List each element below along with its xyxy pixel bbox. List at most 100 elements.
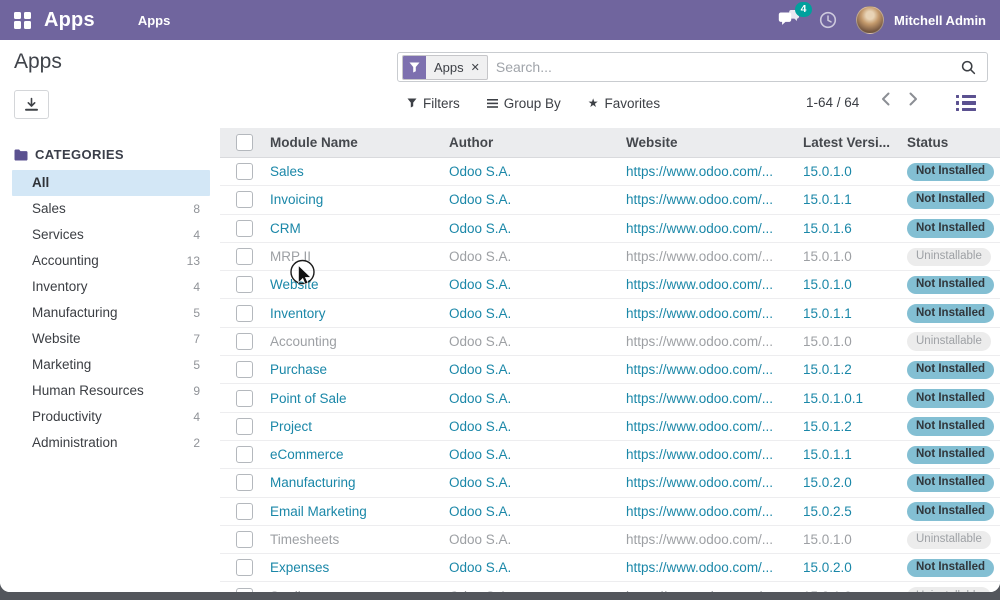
module-name-link[interactable]: MRP II (270, 249, 449, 264)
navbar-menu-apps[interactable]: Apps (138, 13, 171, 28)
module-name-link[interactable]: Inventory (270, 306, 449, 321)
module-table-row[interactable]: Website Odoo S.A. https://www.odoo.com/.… (220, 271, 1000, 299)
row-checkbox[interactable] (236, 248, 253, 265)
row-checkbox[interactable] (236, 305, 253, 322)
module-name-link[interactable]: Accounting (270, 334, 449, 349)
sidebar-category-services[interactable]: Services 4 (12, 222, 210, 248)
sidebar-category-administration[interactable]: Administration 2 (12, 430, 210, 456)
module-table-row[interactable]: Inventory Odoo S.A. https://www.odoo.com… (220, 299, 1000, 327)
row-checkbox[interactable] (236, 559, 253, 576)
module-website-link[interactable]: https://www.odoo.com/... (626, 164, 803, 179)
export-download-button[interactable] (14, 90, 49, 119)
module-name-link[interactable]: Manufacturing (270, 475, 449, 490)
module-website-link[interactable]: https://www.odoo.com/... (626, 277, 803, 292)
module-table-row[interactable]: Point of Sale Odoo S.A. https://www.odoo… (220, 384, 1000, 412)
row-checkbox[interactable] (236, 588, 253, 592)
module-table-row[interactable]: Purchase Odoo S.A. https://www.odoo.com/… (220, 356, 1000, 384)
module-name-link[interactable]: Project (270, 419, 449, 434)
sidebar-category-all[interactable]: All (12, 170, 210, 196)
module-name-link[interactable]: eCommerce (270, 447, 449, 462)
row-checkbox[interactable] (236, 276, 253, 293)
column-header-module-name[interactable]: Module Name (270, 135, 449, 150)
sidebar-category-website[interactable]: Website 7 (12, 326, 210, 352)
module-name-link[interactable]: Email Marketing (270, 504, 449, 519)
row-checkbox[interactable] (236, 390, 253, 407)
module-website-link[interactable]: https://www.odoo.com/... (626, 362, 803, 377)
select-all-checkbox[interactable] (236, 134, 253, 151)
filters-button[interactable]: Filters (407, 96, 460, 111)
pager-previous-button[interactable] (881, 92, 890, 106)
module-name-link[interactable]: Expenses (270, 560, 449, 575)
column-header-status[interactable]: Status (907, 135, 1000, 150)
module-website-link[interactable]: https://www.odoo.com/... (626, 475, 803, 490)
module-website-link[interactable]: https://www.odoo.com/... (626, 589, 803, 592)
module-table-row[interactable]: Accounting Odoo S.A. https://www.odoo.co… (220, 328, 1000, 356)
module-name-link[interactable]: CRM (270, 221, 449, 236)
row-checkbox[interactable] (236, 163, 253, 180)
module-table-row[interactable]: Expenses Odoo S.A. https://www.odoo.com/… (220, 554, 1000, 582)
column-header-author[interactable]: Author (449, 135, 626, 150)
module-name-link[interactable]: Sales (270, 164, 449, 179)
module-table-row[interactable]: Sales Odoo S.A. https://www.odoo.com/...… (220, 158, 1000, 186)
messages-button[interactable]: 4 (778, 9, 800, 32)
favorites-button[interactable]: ★ Favorites (588, 96, 660, 111)
activities-clock-icon[interactable] (819, 11, 837, 29)
status-badge: Not Installed (907, 559, 994, 578)
group-by-button[interactable]: Group By (487, 96, 561, 111)
row-checkbox[interactable] (236, 503, 253, 520)
module-name-link[interactable]: Studio (270, 589, 449, 592)
module-table-row[interactable]: CRM Odoo S.A. https://www.odoo.com/... 1… (220, 215, 1000, 243)
sidebar-category-productivity[interactable]: Productivity 4 (12, 404, 210, 430)
row-checkbox[interactable] (236, 220, 253, 237)
module-table-row[interactable]: Timesheets Odoo S.A. https://www.odoo.co… (220, 526, 1000, 554)
module-website-link[interactable]: https://www.odoo.com/... (626, 306, 803, 321)
module-website-link[interactable]: https://www.odoo.com/... (626, 560, 803, 575)
module-website-link[interactable]: https://www.odoo.com/... (626, 221, 803, 236)
user-avatar[interactable] (856, 6, 884, 34)
sidebar-category-marketing[interactable]: Marketing 5 (12, 352, 210, 378)
search-icon[interactable] (961, 60, 976, 75)
module-table-row[interactable]: MRP II Odoo S.A. https://www.odoo.com/..… (220, 243, 1000, 271)
module-website-link[interactable]: https://www.odoo.com/... (626, 334, 803, 349)
list-view-switch-icon[interactable] (956, 95, 976, 111)
row-checkbox[interactable] (236, 474, 253, 491)
module-website-link[interactable]: https://www.odoo.com/... (626, 249, 803, 264)
sidebar-category-inventory[interactable]: Inventory 4 (12, 274, 210, 300)
module-website-link[interactable]: https://www.odoo.com/... (626, 504, 803, 519)
row-checkbox[interactable] (236, 333, 253, 350)
module-website-link[interactable]: https://www.odoo.com/... (626, 192, 803, 207)
row-checkbox[interactable] (236, 531, 253, 548)
search-bar[interactable]: Apps ✕ Search... (397, 52, 988, 82)
module-name-link[interactable]: Point of Sale (270, 391, 449, 406)
search-facet-apps[interactable]: Apps ✕ (402, 55, 488, 80)
column-header-website[interactable]: Website (626, 135, 803, 150)
module-name-link[interactable]: Invoicing (270, 192, 449, 207)
module-website-link[interactable]: https://www.odoo.com/... (626, 532, 803, 547)
facet-remove-icon[interactable]: ✕ (471, 61, 487, 74)
module-website-link[interactable]: https://www.odoo.com/... (626, 391, 803, 406)
row-checkbox[interactable] (236, 361, 253, 378)
module-website-link[interactable]: https://www.odoo.com/... (626, 419, 803, 434)
column-header-latest-version[interactable]: Latest Versi... (803, 135, 907, 150)
module-website-link[interactable]: https://www.odoo.com/... (626, 447, 803, 462)
module-table-row[interactable]: Manufacturing Odoo S.A. https://www.odoo… (220, 469, 1000, 497)
module-table-row[interactable]: Invoicing Odoo S.A. https://www.odoo.com… (220, 186, 1000, 214)
module-table-row[interactable]: Project Odoo S.A. https://www.odoo.com/.… (220, 413, 1000, 441)
sidebar-category-sales[interactable]: Sales 8 (12, 196, 210, 222)
row-checkbox[interactable] (236, 191, 253, 208)
module-table-row[interactable]: Studio Odoo S.A. https://www.odoo.com/..… (220, 582, 1000, 592)
sidebar-category-human-resources[interactable]: Human Resources 9 (12, 378, 210, 404)
module-name-link[interactable]: Timesheets (270, 532, 449, 547)
module-name-link[interactable]: Purchase (270, 362, 449, 377)
module-name-link[interactable]: Website (270, 277, 449, 292)
module-table-row[interactable]: eCommerce Odoo S.A. https://www.odoo.com… (220, 441, 1000, 469)
apps-grid-icon[interactable] (14, 12, 31, 29)
pager-next-button[interactable] (909, 92, 918, 106)
user-name[interactable]: Mitchell Admin (894, 13, 986, 28)
sidebar-category-accounting[interactable]: Accounting 13 (12, 248, 210, 274)
sidebar-category-manufacturing[interactable]: Manufacturing 5 (12, 300, 210, 326)
row-checkbox[interactable] (236, 418, 253, 435)
search-placeholder[interactable]: Search... (496, 59, 552, 75)
module-table-row[interactable]: Email Marketing Odoo S.A. https://www.od… (220, 498, 1000, 526)
row-checkbox[interactable] (236, 446, 253, 463)
